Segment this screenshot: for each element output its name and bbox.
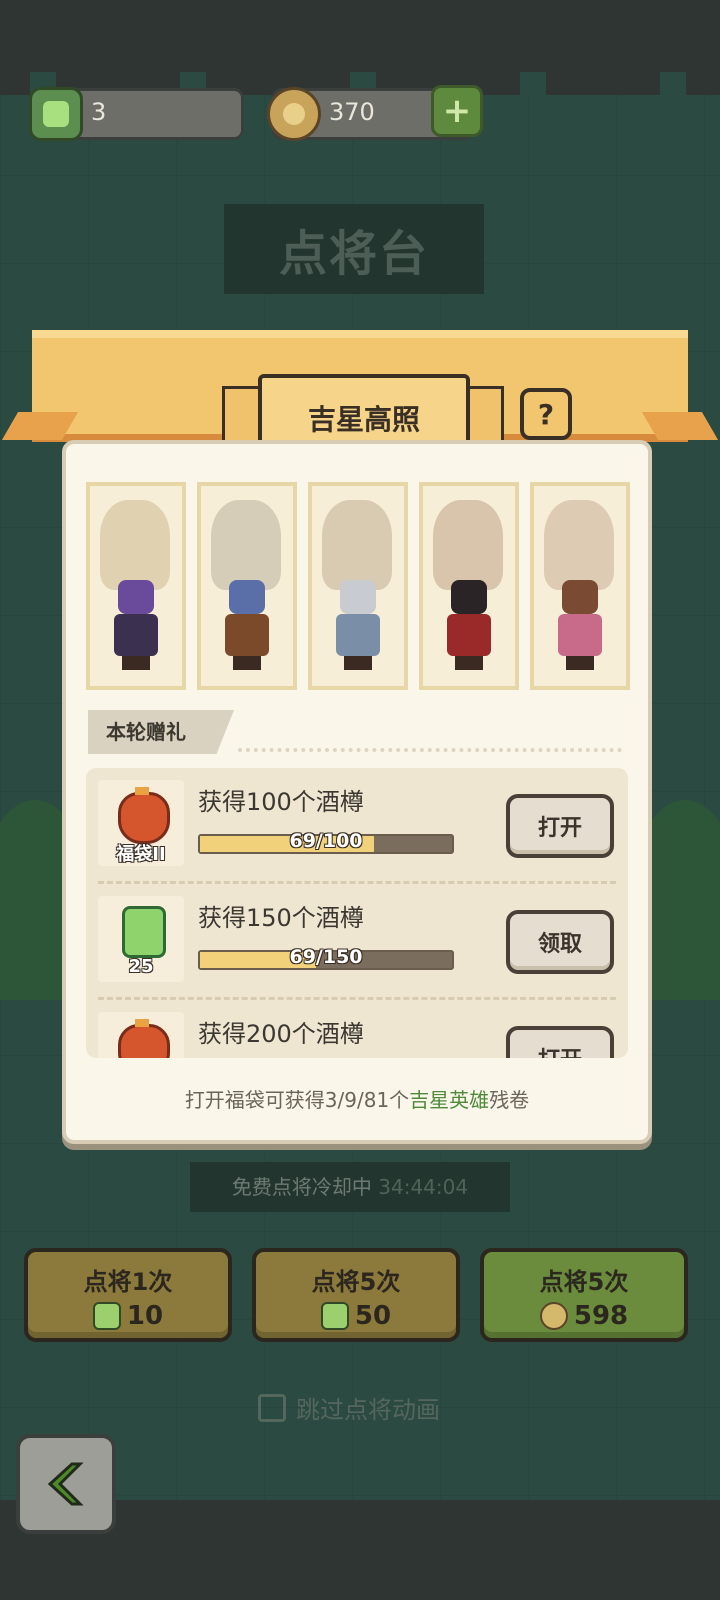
draw-label: 点将5次 <box>311 1268 401 1296</box>
hero-sprite <box>219 580 275 672</box>
hero-body <box>336 614 380 656</box>
hero-body <box>225 614 269 656</box>
hero-feet <box>233 656 261 670</box>
reward-icon-box: 25 <box>98 896 184 982</box>
hero-sprite <box>552 580 608 672</box>
hero-head <box>229 580 265 614</box>
progress-text: 69/150 <box>289 946 363 968</box>
gem-count: 3 <box>91 98 107 126</box>
reward-icon-box: 福袋II <box>98 780 184 866</box>
hero-feet <box>344 656 372 670</box>
hero-head <box>340 580 376 614</box>
draw-label: 点将5次 <box>539 1268 629 1296</box>
hero-portrait <box>211 500 281 590</box>
open-button[interactable]: 打开 <box>506 1026 614 1058</box>
draw-cost-row: 10 <box>28 1301 228 1331</box>
hero-lineup <box>86 482 630 690</box>
gift-row: 获得200个酒樽 打开 <box>86 1000 628 1058</box>
gem-counter: 3 <box>29 87 244 141</box>
jade-icon <box>92 1302 121 1330</box>
open-button[interactable]: 打开 <box>506 794 614 858</box>
top-wall <box>0 0 720 98</box>
gift-list[interactable]: 福袋II 获得100个酒樽 69/100 打开 25 获得150个酒樽 69/1… <box>86 768 628 1058</box>
event-panel: 本轮赠礼 福袋II 获得100个酒樽 69/100 打开 25 获得150个酒樽 <box>62 440 652 1144</box>
back-arrow-icon <box>47 1462 84 1506</box>
gift-title: 获得150个酒樽 <box>198 904 364 932</box>
gift-section-tag: 本轮赠礼 <box>88 710 234 754</box>
hero-feet <box>455 656 483 670</box>
gift-row: 25 获得150个酒樽 69/150 领取 <box>86 884 628 1000</box>
skip-animation-toggle[interactable]: 跳过点将动画 <box>258 1390 440 1425</box>
event-banner: 吉星高照 ? <box>1 304 719 462</box>
hero-portrait <box>433 500 503 590</box>
hero-head <box>451 580 487 614</box>
hero-portrait <box>100 500 170 590</box>
hero-head <box>562 580 598 614</box>
coin-count: 370 <box>329 98 375 126</box>
reward-icon-box <box>98 1012 184 1058</box>
draw-cost-row: 50 <box>256 1301 456 1331</box>
draw-cost-row: 598 <box>484 1301 684 1331</box>
gift-title: 获得200个酒樽 <box>198 1020 364 1048</box>
lucky-bag-icon <box>118 1019 170 1058</box>
hero-card-3[interactable] <box>308 482 408 690</box>
hero-head <box>118 580 154 614</box>
draw-cost: 10 <box>126 1301 164 1331</box>
hero-portrait <box>322 500 392 590</box>
note-text: 打开福袋可获得3/9/81个 <box>184 1088 410 1112</box>
jade-icon <box>29 87 83 141</box>
hero-sprite <box>441 580 497 672</box>
checkbox[interactable] <box>258 1393 286 1422</box>
lucky-bag-icon <box>118 787 170 844</box>
hero-card-2[interactable] <box>197 482 297 690</box>
hero-card-4[interactable] <box>419 482 519 690</box>
draw-5-jade-button[interactable]: 点将5次 50 <box>252 1248 460 1342</box>
coin-icon <box>539 1302 568 1330</box>
progress-bar: 69/100 <box>198 830 454 854</box>
draw-cost: 598 <box>573 1301 629 1331</box>
reward-label: 福袋II <box>116 844 166 865</box>
back-button[interactable] <box>16 1434 116 1534</box>
draw-1-button[interactable]: 点将1次 10 <box>24 1248 232 1342</box>
jade-icon <box>122 906 166 958</box>
hero-feet <box>566 656 594 670</box>
coin-icon <box>267 87 321 141</box>
progress-bar: 69/150 <box>198 946 454 970</box>
hero-body <box>114 614 158 656</box>
gift-title: 获得100个酒樽 <box>198 788 364 816</box>
draw-label: 点将1次 <box>83 1268 173 1296</box>
add-coins-button[interactable]: + <box>431 85 483 137</box>
hero-body <box>447 614 491 656</box>
hero-portrait <box>544 500 614 590</box>
claim-button[interactable]: 领取 <box>506 910 614 974</box>
hero-sprite <box>330 580 386 672</box>
divider <box>238 748 622 752</box>
help-button[interactable]: ? <box>520 388 572 440</box>
hero-feet <box>122 656 150 670</box>
free-draw-cooldown: 免费点将冷却中 34:44:04 <box>190 1162 510 1212</box>
jade-icon <box>320 1302 349 1330</box>
note-text-end: 残卷 <box>489 1088 530 1112</box>
progress-text: 69/100 <box>289 830 363 852</box>
hero-card-1[interactable] <box>86 482 186 690</box>
draw-5-coin-button[interactable]: 点将5次 598 <box>480 1248 688 1342</box>
reward-label: 25 <box>128 956 154 977</box>
skip-label: 跳过点将动画 <box>296 1396 440 1424</box>
hero-sprite <box>108 580 164 672</box>
draw-cost: 50 <box>354 1301 392 1331</box>
gift-row: 福袋II 获得100个酒樽 69/100 打开 <box>86 768 628 884</box>
hero-card-5[interactable] <box>530 482 630 690</box>
coin-counter: 370 + <box>267 85 483 141</box>
note-highlight: 吉星英雄 <box>409 1088 490 1112</box>
cooldown-label: 免费点将冷却中 <box>231 1175 372 1199</box>
page-title: 点将台 <box>224 204 484 294</box>
cooldown-timer: 34:44:04 <box>378 1175 469 1199</box>
gift-note: 打开福袋可获得3/9/81个吉星英雄残卷 <box>66 1084 648 1113</box>
hero-body <box>558 614 602 656</box>
